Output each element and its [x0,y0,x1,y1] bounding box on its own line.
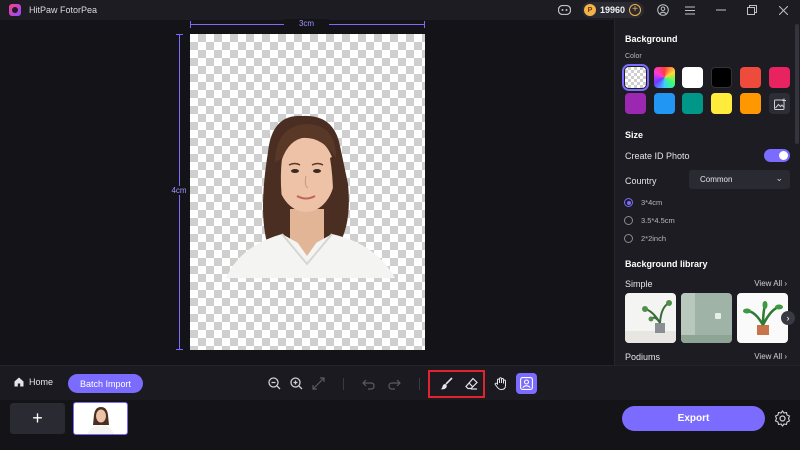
filmstrip: + Export [0,400,800,450]
size-option-label[interactable]: 2*2inch [641,234,666,243]
size-section-title: Size [625,130,644,140]
bottom-toolbar: Home Batch Import [0,365,800,400]
chevron-down-icon: ⌄ [775,173,783,183]
add-image-button[interactable]: + [10,403,65,434]
restore-icon[interactable] [745,3,759,17]
eraser-icon[interactable] [463,375,479,391]
hand-icon[interactable] [492,375,508,391]
view-all-podiums-link[interactable]: View All › [754,352,787,361]
batch-import-button[interactable]: Batch Import [68,374,143,393]
color-swatch-purple[interactable] [625,93,646,114]
zoom-out-icon[interactable] [266,375,282,391]
background-library-title: Background library [625,259,708,269]
create-id-photo-label: Create ID Photo [625,151,690,161]
coin-icon: P [583,4,596,16]
panel-scrollbar[interactable] [795,24,799,144]
brush-icon[interactable] [438,375,454,391]
minimize-icon[interactable] [714,3,728,17]
upload-background-icon[interactable] [769,93,790,114]
home-icon [14,377,24,387]
size-option-label[interactable]: 3.5*4.5cm [641,216,675,225]
size-option-label[interactable]: 3*4cm [641,198,662,207]
country-select-value: Common [700,175,733,184]
color-swatch-orange[interactable] [740,93,761,114]
color-swatch-yellow[interactable] [711,93,732,114]
size-option-radio-3.5x4.5[interactable] [624,216,633,225]
width-dimension-label: 3cm [284,19,329,28]
credits-count: 19960 [599,5,625,15]
podiums-category-label: Podiums [625,352,661,362]
id-photo-canvas[interactable] [190,34,425,350]
zoom-in-icon[interactable] [288,375,304,391]
home-button[interactable]: Home [14,377,53,387]
export-button[interactable]: Export [622,406,765,431]
background-thumb-plant-white[interactable] [625,293,676,343]
country-label: Country [625,176,657,186]
title-bar: HitPaw FotorPea P 19960 + [0,0,800,20]
app-title: HitPaw FotorPea [29,5,98,15]
redo-icon[interactable] [386,375,402,391]
toolbar-divider [343,378,344,390]
gear-icon[interactable] [774,410,791,427]
country-select[interactable]: Common ⌄ [689,170,790,189]
credits-badge[interactable]: P 19960 + [581,2,644,18]
background-thumb-green-wall[interactable] [681,293,732,343]
size-option-radio-2x2[interactable] [624,234,633,243]
app-logo-icon [9,4,21,16]
color-swatch-custom[interactable] [654,67,675,88]
portrait-cutout [226,115,395,278]
create-id-photo-toggle[interactable] [764,149,790,162]
portrait-icon[interactable] [516,373,537,394]
color-swatch-white[interactable] [682,67,703,88]
discord-icon[interactable] [558,3,572,17]
height-dimension-label: 4cm [168,186,190,195]
add-credits-icon[interactable]: + [629,4,641,16]
color-swatch-teal[interactable] [682,93,703,114]
fit-screen-icon[interactable] [310,375,326,391]
home-label: Home [29,377,54,387]
menu-icon[interactable] [683,3,697,17]
color-swatch-blue[interactable] [654,93,675,114]
background-section-title: Background [625,34,678,44]
view-all-simple-link[interactable]: View All › [754,279,787,288]
color-swatch-black[interactable] [711,67,732,88]
toolbar-divider [419,378,420,390]
title-bar-controls: P 19960 + [558,0,800,20]
color-label: Color [625,53,642,60]
close-icon[interactable] [776,3,790,17]
image-thumbnail[interactable] [73,402,128,435]
next-thumbs-icon[interactable]: › [781,311,795,325]
account-icon[interactable] [656,3,670,17]
color-swatch-pink[interactable] [769,67,790,88]
color-swatch-transparent[interactable] [622,64,649,91]
undo-icon[interactable] [360,375,376,391]
color-swatch-red[interactable] [740,67,761,88]
simple-category-label: Simple [625,279,653,289]
size-option-radio-3x4[interactable] [624,198,633,207]
